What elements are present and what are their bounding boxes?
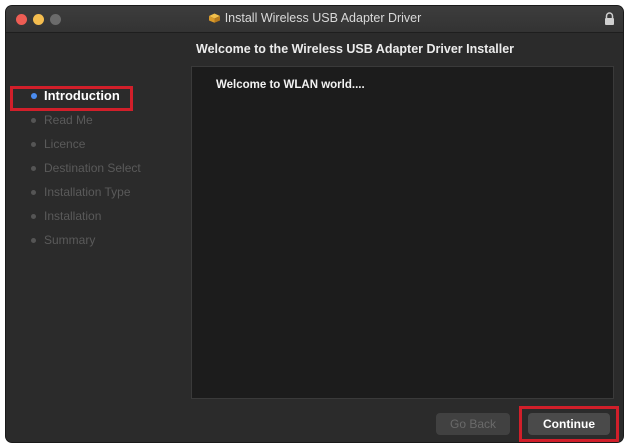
page-heading: Welcome to the Wireless USB Adapter Driv… bbox=[196, 42, 515, 56]
step-label: Installation bbox=[44, 209, 102, 223]
lock-icon bbox=[605, 12, 614, 25]
step-bullet-icon bbox=[31, 142, 36, 147]
step-label: Read Me bbox=[44, 113, 93, 127]
step-read-me: Read Me bbox=[18, 108, 188, 132]
step-label: Destination Select bbox=[44, 161, 141, 175]
title-bar: Install Wireless USB Adapter Driver bbox=[6, 6, 623, 33]
step-destination-select: Destination Select bbox=[18, 156, 188, 180]
window-title: Install Wireless USB Adapter Driver bbox=[224, 11, 422, 25]
step-bullet-icon bbox=[31, 214, 36, 219]
step-bullet-icon bbox=[31, 118, 36, 123]
step-summary: Summary bbox=[18, 228, 188, 252]
introduction-highlight-box bbox=[10, 86, 133, 111]
step-licence: Licence bbox=[18, 132, 188, 156]
continue-highlight-box bbox=[519, 406, 619, 442]
package-icon bbox=[208, 13, 220, 23]
step-label: Licence bbox=[44, 137, 86, 151]
step-bullet-icon bbox=[31, 190, 36, 195]
step-label: Installation Type bbox=[44, 185, 131, 199]
go-back-button[interactable]: Go Back bbox=[436, 413, 510, 435]
content-text: Welcome to WLAN world.... bbox=[216, 79, 365, 91]
step-installation-type: Installation Type bbox=[18, 180, 188, 204]
step-label: Summary bbox=[44, 233, 96, 247]
content-panel[interactable]: Welcome to WLAN world.... bbox=[191, 66, 614, 399]
step-bullet-icon bbox=[31, 166, 36, 171]
step-installation: Installation bbox=[18, 204, 188, 228]
window-title-wrap: Install Wireless USB Adapter Driver bbox=[6, 11, 623, 25]
step-bullet-icon bbox=[31, 238, 36, 243]
installer-window: Install Wireless USB Adapter Driver Welc… bbox=[6, 6, 623, 442]
